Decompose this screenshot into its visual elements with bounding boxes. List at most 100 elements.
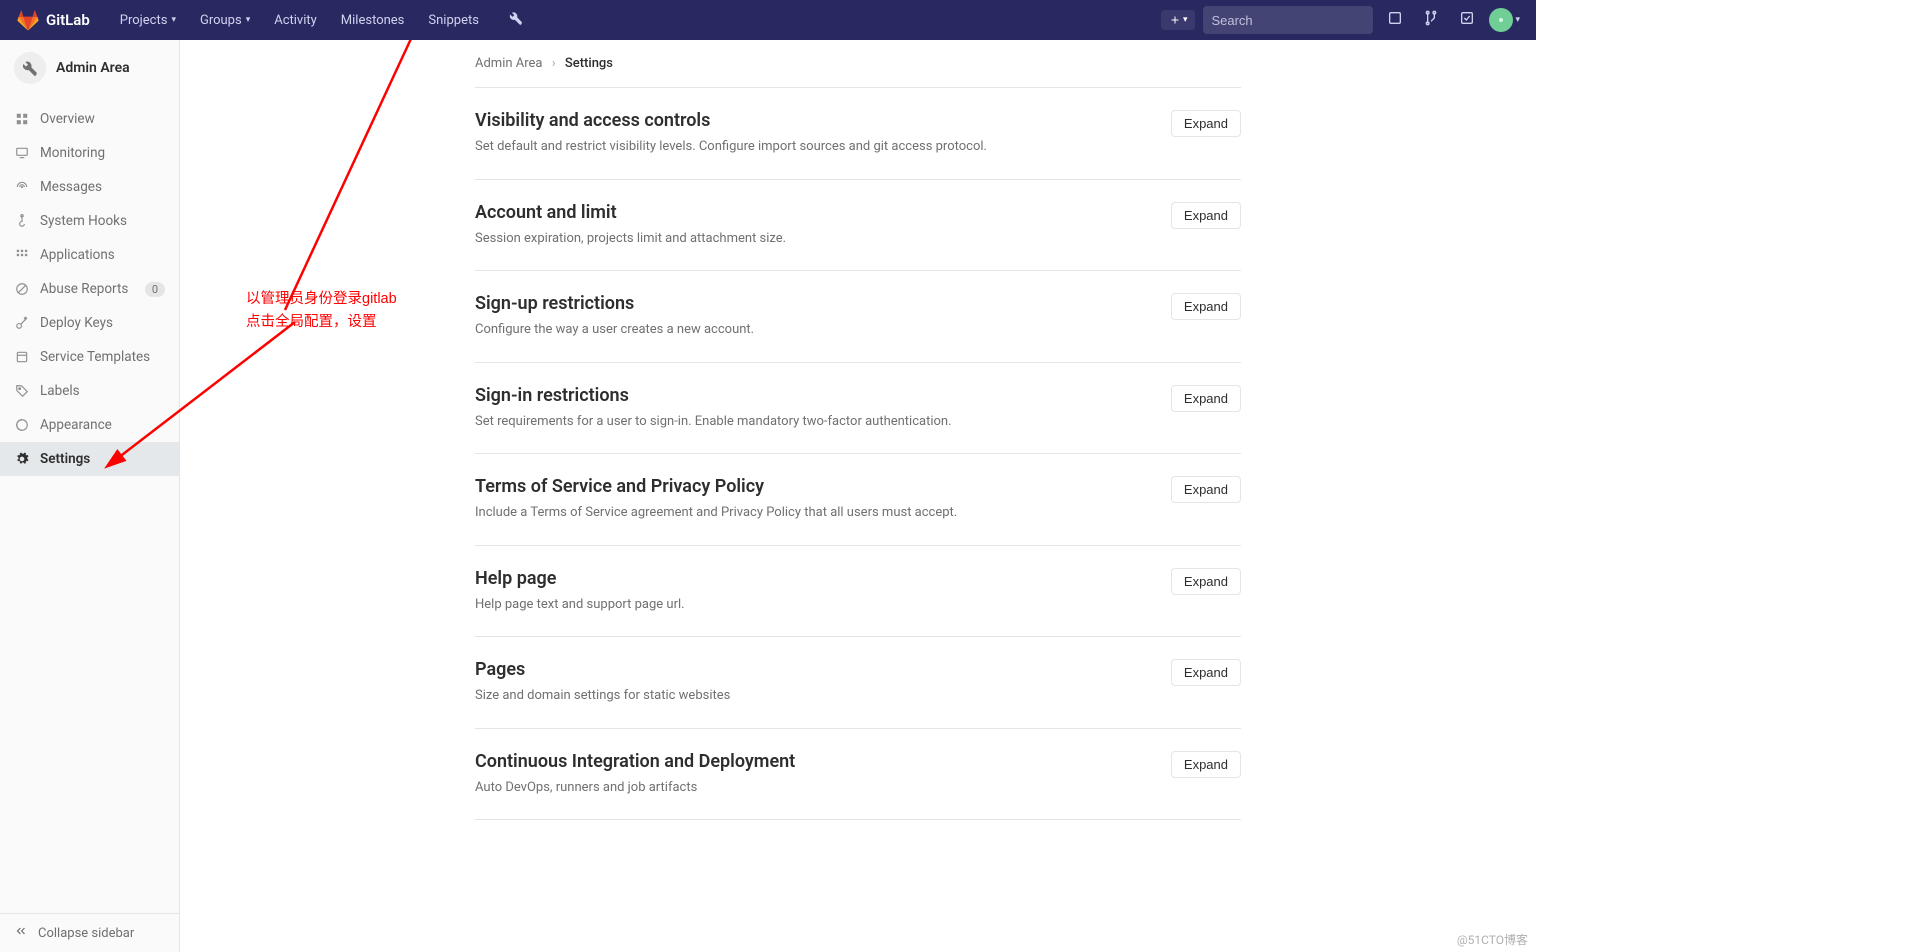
sidebar-item-label: System Hooks xyxy=(40,213,127,229)
breadcrumb-admin-link[interactable]: Admin Area xyxy=(475,56,543,71)
sidebar-item-appearance[interactable]: Appearance xyxy=(0,408,179,442)
apps-icon xyxy=(14,248,30,262)
sidebar-item-system-hooks[interactable]: System Hooks xyxy=(0,204,179,238)
expand-button[interactable]: Expand xyxy=(1171,659,1241,686)
nav-groups[interactable]: Groups▾ xyxy=(190,7,260,34)
top-navbar: GitLab Projects▾ Groups▾ Activity Milest… xyxy=(0,0,1536,40)
gear-icon xyxy=(14,452,30,466)
hook-icon xyxy=(14,214,30,228)
section-title: Sign-in restrictions xyxy=(475,385,1151,406)
settings-section: Sign-up restrictions Configure the way a… xyxy=(475,271,1241,363)
collapse-label: Collapse sidebar xyxy=(38,926,134,941)
expand-button[interactable]: Expand xyxy=(1171,202,1241,229)
sidebar-context-header[interactable]: Admin Area xyxy=(0,40,179,98)
merge-requests-icon-button[interactable] xyxy=(1417,6,1445,34)
settings-section: Help page Help page text and support pag… xyxy=(475,546,1241,638)
watermark: @51CTO博客 xyxy=(1457,931,1528,948)
settings-sections: Visibility and access controls Set defau… xyxy=(475,87,1241,820)
sidebar-item-label: Deploy Keys xyxy=(40,315,113,331)
collapse-sidebar-button[interactable]: Collapse sidebar xyxy=(0,913,179,952)
nav-activity[interactable]: Activity xyxy=(264,7,327,34)
settings-section: Terms of Service and Privacy Policy Incl… xyxy=(475,454,1241,546)
brand-text: GitLab xyxy=(46,11,90,29)
labels-icon xyxy=(14,384,30,398)
section-description: Set default and restrict visibility leve… xyxy=(475,137,1151,157)
wrench-icon xyxy=(14,52,46,84)
todo-icon xyxy=(1459,10,1475,26)
expand-button[interactable]: Expand xyxy=(1171,385,1241,412)
gitlab-logo[interactable]: GitLab xyxy=(16,8,90,32)
abuse-count-badge: 0 xyxy=(145,282,165,297)
user-menu[interactable]: ▾ xyxy=(1489,8,1520,32)
template-icon xyxy=(14,350,30,364)
section-title: Terms of Service and Privacy Policy xyxy=(475,476,1151,497)
sidebar-item-label: Appearance xyxy=(40,417,112,433)
admin-sidebar: Admin Area Overview Monitoring Messages … xyxy=(0,40,180,952)
wrench-icon xyxy=(509,11,523,25)
todos-icon-button[interactable] xyxy=(1453,6,1481,34)
new-button[interactable]: ▾ xyxy=(1161,10,1196,30)
main-content: Admin Area › Settings Visibility and acc… xyxy=(180,40,1536,952)
overview-icon xyxy=(14,112,30,126)
sidebar-item-label: Messages xyxy=(40,179,102,195)
sidebar-item-label: Service Templates xyxy=(40,349,150,365)
section-title: Help page xyxy=(475,568,1151,589)
breadcrumb: Admin Area › Settings xyxy=(475,54,1241,87)
section-title: Sign-up restrictions xyxy=(475,293,1151,314)
chevron-down-icon: ▾ xyxy=(246,15,251,25)
section-description: Session expiration, projects limit and a… xyxy=(475,229,1151,249)
sidebar-item-overview[interactable]: Overview xyxy=(0,102,179,136)
nav-milestones[interactable]: Milestones xyxy=(331,7,415,34)
section-description: Set requirements for a user to sign-in. … xyxy=(475,412,1151,432)
avatar xyxy=(1489,8,1513,32)
chevron-down-icon: ▾ xyxy=(1183,15,1188,25)
sidebar-item-labels[interactable]: Labels xyxy=(0,374,179,408)
annotation-text: 以管理员身份登录gitlab 点击全局配置，设置 xyxy=(246,288,397,334)
issues-icon-button[interactable] xyxy=(1381,6,1409,34)
sidebar-title: Admin Area xyxy=(56,60,130,76)
admin-wrench-button[interactable] xyxy=(501,7,531,33)
sidebar-item-monitoring[interactable]: Monitoring xyxy=(0,136,179,170)
section-description: Configure the way a user creates a new a… xyxy=(475,320,1151,340)
chevron-down-icon: ▾ xyxy=(1515,15,1520,25)
issues-icon xyxy=(1387,10,1403,26)
search-box[interactable] xyxy=(1203,6,1373,34)
nav-links: Projects▾ Groups▾ Activity Milestones Sn… xyxy=(110,7,489,34)
section-description: Help page text and support page url. xyxy=(475,595,1151,615)
settings-section: Sign-in restrictions Set requirements fo… xyxy=(475,363,1241,455)
settings-section: Continuous Integration and Deployment Au… xyxy=(475,729,1241,821)
sidebar-item-service-templates[interactable]: Service Templates xyxy=(0,340,179,374)
sidebar-item-abuse-reports[interactable]: Abuse Reports0 xyxy=(0,272,179,306)
chevron-down-icon: ▾ xyxy=(171,15,176,25)
expand-button[interactable]: Expand xyxy=(1171,293,1241,320)
search-input[interactable] xyxy=(1211,13,1387,28)
sidebar-nav: Overview Monitoring Messages System Hook… xyxy=(0,98,179,480)
expand-button[interactable]: Expand xyxy=(1171,751,1241,778)
sidebar-item-label: Applications xyxy=(40,247,115,263)
appearance-icon xyxy=(14,418,30,432)
breadcrumb-current: Settings xyxy=(565,56,613,71)
expand-button[interactable]: Expand xyxy=(1171,476,1241,503)
expand-button[interactable]: Expand xyxy=(1171,568,1241,595)
sidebar-item-messages[interactable]: Messages xyxy=(0,170,179,204)
sidebar-item-deploy-keys[interactable]: Deploy Keys xyxy=(0,306,179,340)
broadcast-icon xyxy=(14,180,30,194)
section-description: Size and domain settings for static webs… xyxy=(475,686,1151,706)
gitlab-icon xyxy=(16,8,40,32)
monitor-icon xyxy=(14,146,30,160)
sidebar-item-label: Monitoring xyxy=(40,145,105,161)
sidebar-item-settings[interactable]: Settings xyxy=(0,442,179,476)
sidebar-item-applications[interactable]: Applications xyxy=(0,238,179,272)
sidebar-item-label: Overview xyxy=(40,111,95,127)
navbar-right: ▾ ▾ xyxy=(1161,6,1520,34)
section-title: Visibility and access controls xyxy=(475,110,1151,131)
section-title: Pages xyxy=(475,659,1151,680)
nav-projects[interactable]: Projects▾ xyxy=(110,7,186,34)
nav-snippets[interactable]: Snippets xyxy=(418,7,489,34)
settings-section: Visibility and access controls Set defau… xyxy=(475,88,1241,180)
section-description: Auto DevOps, runners and job artifacts xyxy=(475,778,1151,798)
settings-section: Pages Size and domain settings for stati… xyxy=(475,637,1241,729)
expand-button[interactable]: Expand xyxy=(1171,110,1241,137)
sidebar-item-label: Settings xyxy=(40,451,90,467)
merge-request-icon xyxy=(1423,10,1439,26)
